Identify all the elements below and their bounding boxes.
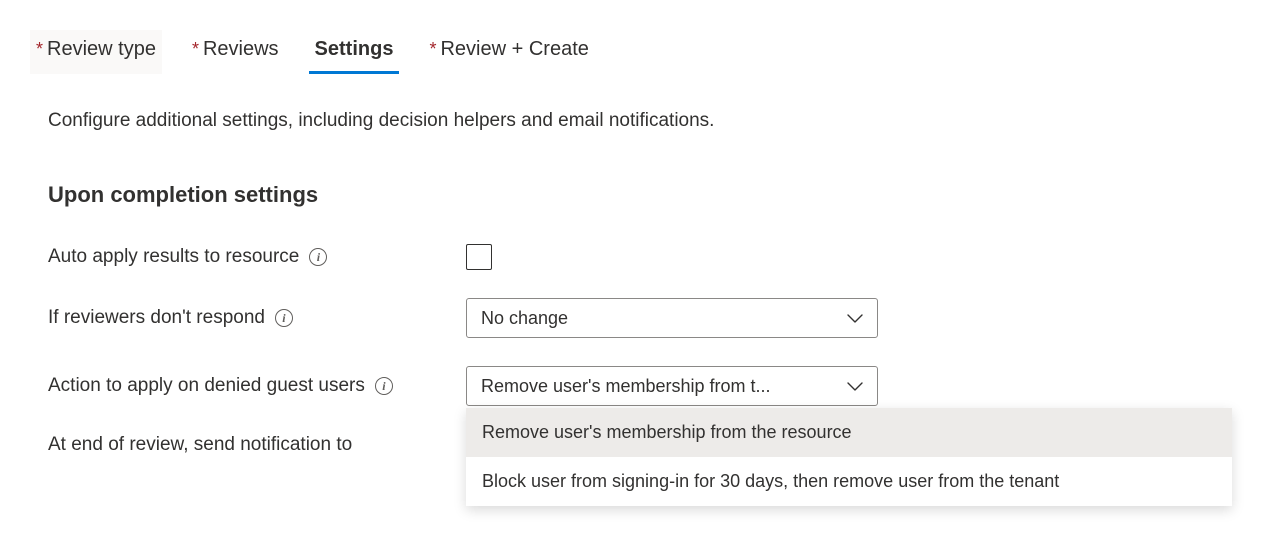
dropdown-item-remove-membership[interactable]: Remove user's membership from the resour… — [466, 408, 1232, 457]
checkbox-auto-apply[interactable] — [466, 244, 492, 270]
label-end-notify: At end of review, send notification to — [48, 434, 466, 456]
tab-label: Reviews — [203, 38, 279, 61]
label-text: At end of review, send notification to — [48, 434, 352, 456]
tab-label: Review + Create — [440, 38, 588, 61]
select-no-respond[interactable]: No change — [466, 298, 878, 338]
dropdown-denied-action: Remove user's membership from the resour… — [466, 408, 1232, 506]
info-icon[interactable]: i — [275, 309, 293, 327]
required-asterisk: * — [429, 39, 436, 60]
label-text: If reviewers don't respond — [48, 307, 265, 329]
tab-label: Review type — [47, 38, 156, 61]
row-no-respond: If reviewers don't respond i No change — [48, 298, 1252, 338]
dropdown-item-label: Remove user's membership from the resour… — [482, 422, 852, 442]
tab-settings[interactable]: Settings — [309, 30, 400, 74]
row-denied-action: Action to apply on denied guest users i … — [48, 366, 1252, 406]
tab-review-create[interactable]: * Review + Create — [423, 30, 594, 74]
page-description: Configure additional settings, including… — [48, 110, 1252, 132]
tabs-bar: * Review type * Reviews Settings * Revie… — [30, 30, 1252, 74]
section-title: Upon completion settings — [48, 182, 1252, 208]
dropdown-wrap: Remove user's membership from t... Remov… — [466, 366, 878, 406]
select-value: No change — [481, 308, 568, 329]
tab-label: Settings — [315, 38, 394, 61]
dropdown-item-block-user[interactable]: Block user from signing-in for 30 days, … — [466, 457, 1232, 506]
label-text: Action to apply on denied guest users — [48, 375, 365, 397]
select-value: Remove user's membership from t... — [481, 376, 771, 397]
required-asterisk: * — [192, 39, 199, 60]
chevron-down-icon — [847, 308, 863, 329]
dropdown-item-label: Block user from signing-in for 30 days, … — [482, 471, 1059, 491]
info-icon[interactable]: i — [375, 377, 393, 395]
label-denied-action: Action to apply on denied guest users i — [48, 375, 466, 397]
row-auto-apply: Auto apply results to resource i — [48, 244, 1252, 270]
tab-review-type[interactable]: * Review type — [30, 30, 162, 74]
label-no-respond: If reviewers don't respond i — [48, 307, 466, 329]
label-auto-apply: Auto apply results to resource i — [48, 246, 466, 268]
chevron-down-icon — [847, 376, 863, 397]
required-asterisk: * — [36, 39, 43, 60]
info-icon[interactable]: i — [309, 248, 327, 266]
select-denied-action[interactable]: Remove user's membership from t... — [466, 366, 878, 406]
tab-reviews[interactable]: * Reviews — [186, 30, 285, 74]
label-text: Auto apply results to resource — [48, 246, 299, 268]
